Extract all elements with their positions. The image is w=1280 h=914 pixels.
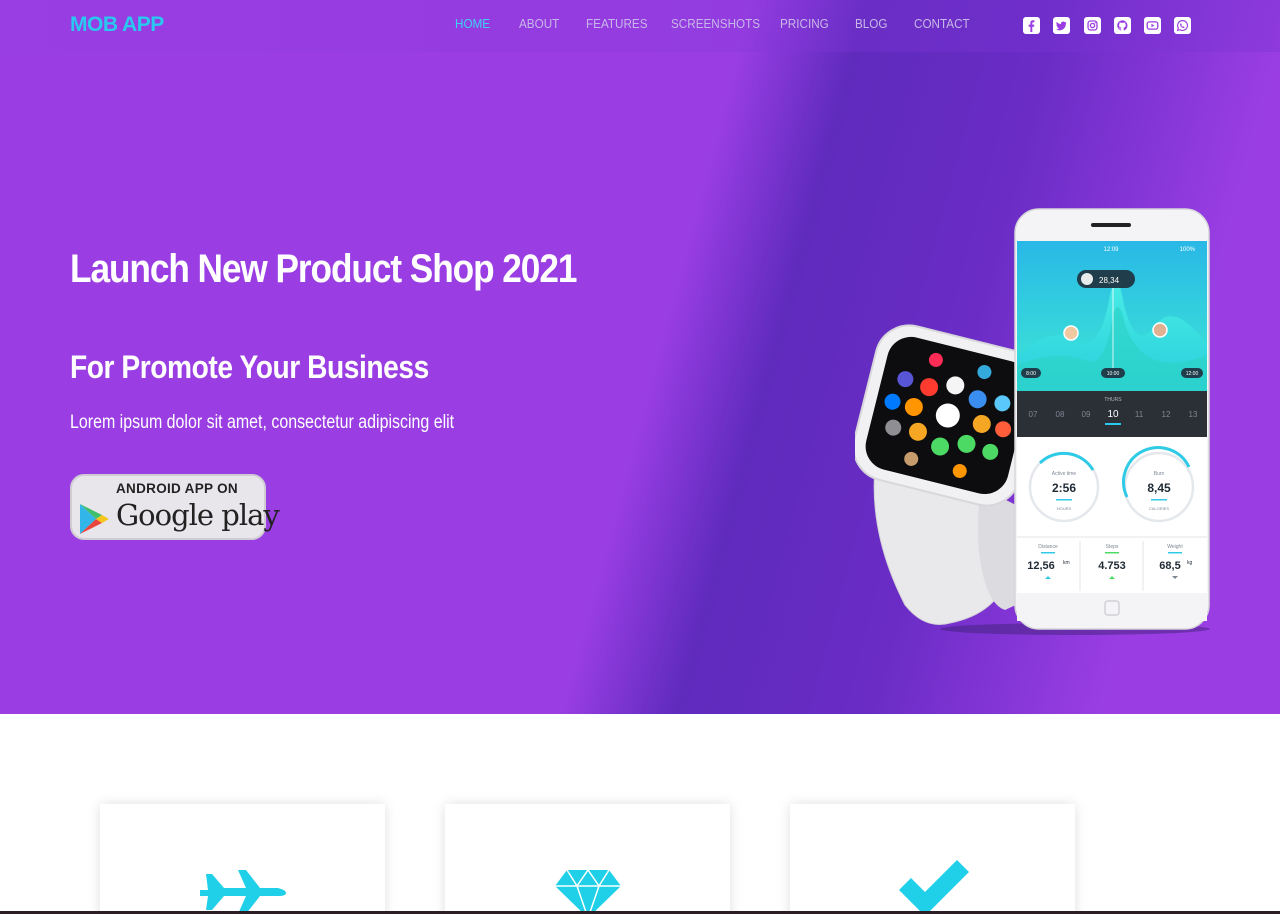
nav-screenshots[interactable]: SCREENSHOTS [671, 16, 760, 31]
feature-card [790, 804, 1075, 914]
nav-about[interactable]: ABOUT [519, 16, 559, 31]
phone-axis-start: 8:00 [1026, 371, 1036, 377]
metric-value: 4.753 [1098, 560, 1126, 572]
metric-label: Weight [1167, 544, 1183, 550]
jet-icon [200, 870, 286, 914]
phone-day: 11 [1135, 410, 1144, 419]
stat-label: Burn [1154, 471, 1165, 477]
store-badge-top: ANDROID APP ON [116, 481, 238, 496]
metric-value: 68,5 [1159, 560, 1180, 572]
phone-pin-value: 28,34 [1099, 276, 1120, 285]
metric-label: Steps [1106, 544, 1119, 550]
stat-value: 8,45 [1147, 481, 1171, 495]
phone-clock: 12:09 [1103, 247, 1119, 253]
brand-logo[interactable]: MOB APP [70, 13, 164, 37]
metric-unit: km [1063, 560, 1070, 566]
hero-subtitle: For Promote Your Business [70, 349, 429, 385]
phone-day: 09 [1082, 410, 1091, 419]
feature-card [445, 804, 730, 914]
nav-home[interactable]: HOME [455, 16, 490, 31]
stat-label: Active time [1052, 471, 1077, 477]
phone-battery: 100% [1180, 247, 1196, 253]
stat-unit: CALORIES [1149, 506, 1170, 511]
diamond-icon [555, 868, 621, 914]
facebook-icon[interactable] [1023, 17, 1040, 34]
feature-card [100, 804, 385, 914]
phone-axis-mid: 10:00 [1107, 371, 1120, 377]
metric-unit: kg [1187, 560, 1193, 566]
whatsapp-icon[interactable] [1174, 17, 1191, 34]
nav-pricing[interactable]: PRICING [780, 16, 829, 31]
metric-label: Distance [1038, 544, 1058, 550]
hero-section: MOB APP HOME ABOUT FEATURES SCREENSHOTS … [0, 0, 1280, 714]
nav-blog[interactable]: BLOG [855, 16, 888, 31]
nav-contact[interactable]: CONTACT [914, 16, 970, 31]
stat-value: 2:56 [1052, 481, 1076, 495]
nav-features[interactable]: FEATURES [586, 16, 648, 31]
smartphone: 12:09 100% 28,34 8:00 10:00 12:00 THURS … [1014, 208, 1210, 630]
phone-day: 12 [1162, 410, 1171, 419]
phone-day-active: 10 [1107, 409, 1119, 420]
product-image: 12:09 100% 28,34 8:00 10:00 12:00 THURS … [855, 208, 1210, 635]
phone-day: 07 [1029, 410, 1038, 419]
phone-axis-end: 12:00 [1186, 371, 1199, 377]
youtube-icon[interactable] [1144, 17, 1161, 34]
google-play-badge[interactable]: ANDROID APP ON Google play [70, 474, 280, 540]
play-store-icon [80, 504, 109, 534]
instagram-icon[interactable] [1084, 17, 1101, 34]
phone-day-name: THURS [1104, 397, 1122, 403]
features-section [0, 714, 1280, 914]
hero-title: Launch New Product Shop 2021 [70, 247, 577, 291]
stat-unit: HOURS [1057, 506, 1072, 511]
phone-day: 13 [1189, 410, 1198, 419]
hero-lead: Lorem ipsum dolor sit amet, consectetur … [70, 412, 455, 433]
check-icon [899, 860, 969, 914]
store-badge-bottom: Google play [116, 498, 280, 532]
github-icon[interactable] [1114, 17, 1131, 34]
metric-value: 12,56 [1027, 560, 1055, 572]
phone-day: 08 [1056, 410, 1065, 419]
twitter-icon[interactable] [1053, 17, 1070, 34]
